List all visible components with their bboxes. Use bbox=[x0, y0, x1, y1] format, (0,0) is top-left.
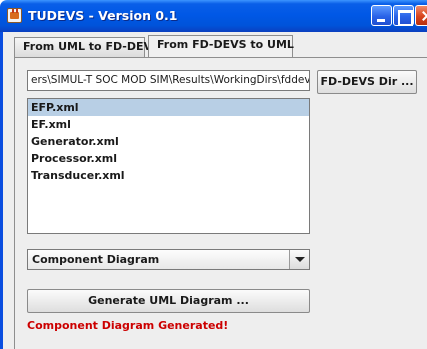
close-button[interactable] bbox=[415, 5, 427, 26]
chevron-down-icon[interactable] bbox=[289, 250, 309, 269]
minimize-button[interactable] bbox=[371, 5, 392, 26]
list-item[interactable]: Generator.xml bbox=[28, 133, 309, 150]
maximize-button[interactable] bbox=[393, 5, 414, 26]
generate-uml-button[interactable]: Generate UML Diagram ... bbox=[27, 289, 310, 313]
tab-uml-to-fddevs[interactable]: From UML to FD-DEVS bbox=[14, 37, 160, 57]
list-item[interactable]: EF.xml bbox=[28, 116, 309, 133]
title-bar[interactable]: TUDEVS - Version 0.1 bbox=[0, 0, 427, 32]
fddevs-dir-button[interactable]: FD-DEVS Dir ... bbox=[317, 70, 417, 94]
list-item[interactable]: EFP.xml bbox=[28, 99, 309, 116]
status-message: Component Diagram Generated! bbox=[27, 319, 229, 332]
list-item[interactable]: Processor.xml bbox=[28, 150, 309, 167]
java-app-icon bbox=[7, 8, 22, 23]
diagram-type-value: Component Diagram bbox=[32, 253, 160, 266]
list-item[interactable]: Transducer.xml bbox=[28, 167, 309, 184]
diagram-type-select[interactable]: Component Diagram bbox=[27, 249, 310, 270]
file-list[interactable]: EFP.xml EF.xml Generator.xml Processor.x… bbox=[27, 98, 310, 234]
tab-fddevs-to-uml[interactable]: From FD-DEVS to UML bbox=[148, 35, 294, 57]
directory-path-field[interactable]: ers\SIMUL-T SOC MOD SIM\Results\WorkingD… bbox=[27, 70, 310, 91]
window-title: TUDEVS - Version 0.1 bbox=[28, 8, 178, 23]
